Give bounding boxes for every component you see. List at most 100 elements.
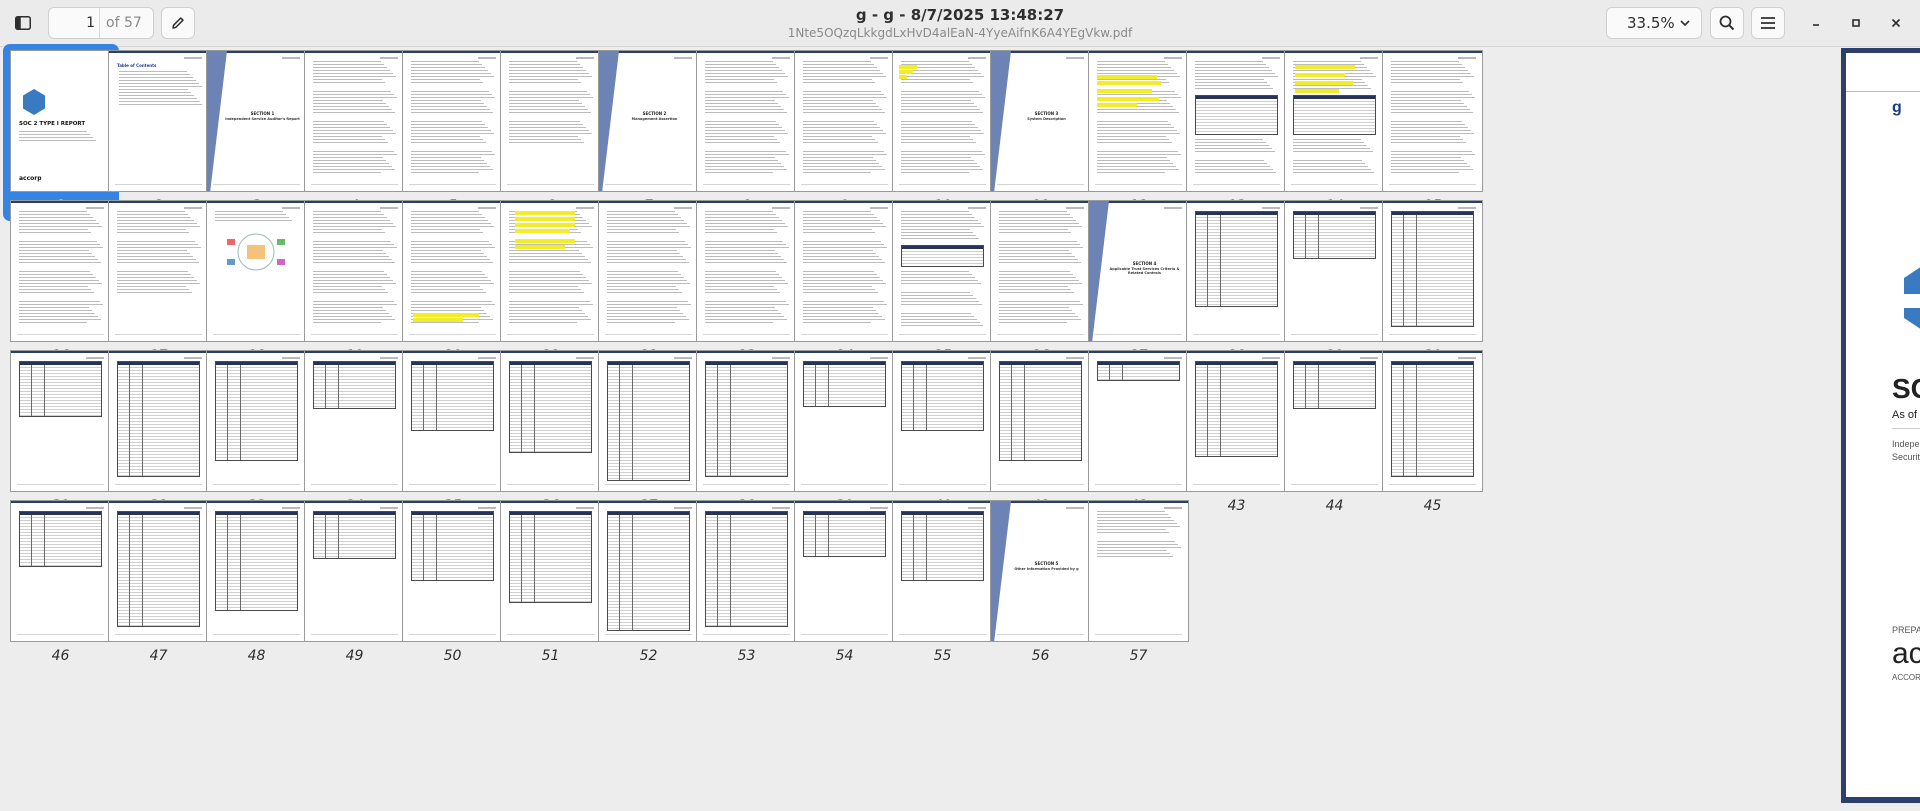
toc-heading: Table of Contents [117, 63, 157, 68]
page-thumbnail-image [108, 350, 209, 492]
search-button[interactable] [1710, 7, 1744, 39]
page-thumbnail-image [1382, 200, 1483, 342]
page-thumbnail-image [10, 500, 111, 642]
current-page-input[interactable]: 1 [49, 8, 95, 38]
page-thumbnail-image [108, 500, 209, 642]
preview-badge-icon [1904, 258, 1920, 338]
page-thumbnail-image [696, 50, 797, 192]
preview-title: SC [1892, 373, 1920, 404]
zoom-level: 33.5% [1627, 14, 1675, 32]
page-number-label: 54 [835, 648, 854, 664]
page-thumbnail-image [304, 500, 405, 642]
page-thumbnail-image [598, 500, 699, 642]
page-thumbnail-image [1284, 200, 1385, 342]
page-thumbnail-image: SECTION 3 System Description [990, 50, 1091, 192]
page-thumbnail-image [1088, 50, 1189, 192]
page-number-label: 48 [247, 648, 266, 664]
sidebar-toggle-button[interactable] [6, 7, 40, 39]
page-thumbnail-grid: SOC 2 TYPE I REPORTaccorp1Table of Conte… [0, 44, 1835, 811]
system-diagram-image [221, 229, 291, 275]
section-heading: SECTION 1 Independent Service Auditor's R… [225, 111, 300, 121]
hamburger-menu-icon [1761, 17, 1775, 29]
section-heading: SECTION 3 System Description [1027, 111, 1066, 121]
page-thumbnail-image: Table of Contents [108, 50, 209, 192]
maximize-button[interactable] [1845, 12, 1867, 34]
minimize-icon [1813, 24, 1819, 26]
page-thumbnail-image [696, 200, 797, 342]
page-thumbnail-image [206, 500, 307, 642]
page-thumbnail-image [1088, 500, 1189, 642]
page-total-label: of 57 [99, 8, 142, 38]
page-number-label: 47 [149, 648, 168, 664]
page-number-label: 53 [737, 648, 756, 664]
preview-page-border: g SC As of Independ Security PREPAR ac A… [1841, 48, 1920, 803]
pencil-icon [172, 17, 184, 29]
page-number-entry[interactable]: 1 of 57 [48, 7, 154, 39]
document-title: g - g - 8/7/2025 13:48:27 [855, 6, 1065, 24]
page-thumbnail-image [1186, 350, 1287, 492]
cover-logo: accorp [19, 175, 42, 182]
page-thumbnail-image [892, 50, 993, 192]
preview-line-1: Independ [1892, 439, 1920, 449]
zoom-dropdown[interactable]: 33.5% [1606, 7, 1702, 39]
section-heading: SECTION 2 Management Assertion [631, 111, 678, 121]
page-thumbnail-image [402, 350, 503, 492]
page-thumbnail-image [696, 500, 797, 642]
section-heading: SECTION 5 Other Information Provided by g [1014, 561, 1079, 571]
page-thumbnail-image [500, 500, 601, 642]
page-thumbnail-image [794, 500, 895, 642]
page-thumbnail-image [1382, 50, 1483, 192]
minimize-button[interactable] [1805, 12, 1827, 34]
page-thumbnail-image [794, 200, 895, 342]
search-icon [1719, 15, 1735, 31]
cover-title: SOC 2 TYPE I REPORT [19, 121, 86, 127]
page-thumbnail-image [892, 350, 993, 492]
section-wedge [1089, 201, 1109, 341]
section-wedge [207, 51, 227, 191]
page-thumbnail-image [304, 350, 405, 492]
page-thumbnail-image [500, 350, 601, 492]
page-thumbnail-image [1186, 50, 1287, 192]
page-thumbnail-image: SECTION 2 Management Assertion [598, 50, 699, 192]
page-number-label: 46 [51, 648, 70, 664]
page-thumbnail-image [108, 200, 209, 342]
preview-page: g SC As of Independ Security PREPAR ac A… [1846, 53, 1920, 797]
page-number-label: 45 [1423, 498, 1442, 514]
page-number-label: 52 [639, 648, 658, 664]
page-thumbnail-image [598, 350, 699, 492]
page-number-label: 43 [1227, 498, 1246, 514]
annotate-button[interactable] [161, 7, 195, 39]
page-number-label: 44 [1325, 498, 1344, 514]
section-wedge [991, 51, 1011, 191]
preview-logo-text: g [1892, 99, 1902, 116]
close-button[interactable] [1885, 12, 1907, 34]
page-thumbnail-image: SECTION 4 Applicable Trust Services Crite… [1088, 200, 1189, 342]
page-thumbnail-image [206, 200, 307, 342]
page-thumbnail-image [500, 200, 601, 342]
page-thumbnail-image [402, 200, 503, 342]
page-thumbnail-image [892, 500, 993, 642]
page-number-label: 50 [443, 648, 462, 664]
header-bar: 1 of 57 g - g - 8/7/2025 13:48:27 1Nte5O… [0, 0, 1920, 47]
page-thumbnail-image [794, 350, 895, 492]
page-thumbnail-image [304, 50, 405, 192]
section-wedge [599, 51, 619, 191]
chevron-down-icon [1680, 20, 1690, 27]
page-thumbnail-image [794, 50, 895, 192]
page-thumbnail-image: SECTION 1 Independent Service Auditor's R… [206, 50, 307, 192]
page-thumbnail-image [10, 200, 111, 342]
page-thumbnail-image [10, 350, 111, 492]
page-number-label: 49 [345, 648, 364, 664]
preview-prepared-label: PREPAR [1892, 625, 1920, 635]
page-thumbnail-image [598, 200, 699, 342]
preview-line-2: Security [1892, 452, 1920, 462]
page-thumbnail-image: SOC 2 TYPE I REPORT accorp [10, 50, 111, 192]
page-number-label: 51 [541, 648, 560, 664]
page-number-label: 56 [1031, 648, 1050, 664]
main-menu-button[interactable] [1751, 7, 1785, 39]
page-number-label: 57 [1129, 648, 1148, 664]
page-thumbnail-image [402, 50, 503, 192]
maximize-icon [1852, 19, 1860, 27]
section-wedge [991, 501, 1011, 641]
section-heading: SECTION 4 Applicable Trust Services Crite… [1109, 261, 1180, 275]
